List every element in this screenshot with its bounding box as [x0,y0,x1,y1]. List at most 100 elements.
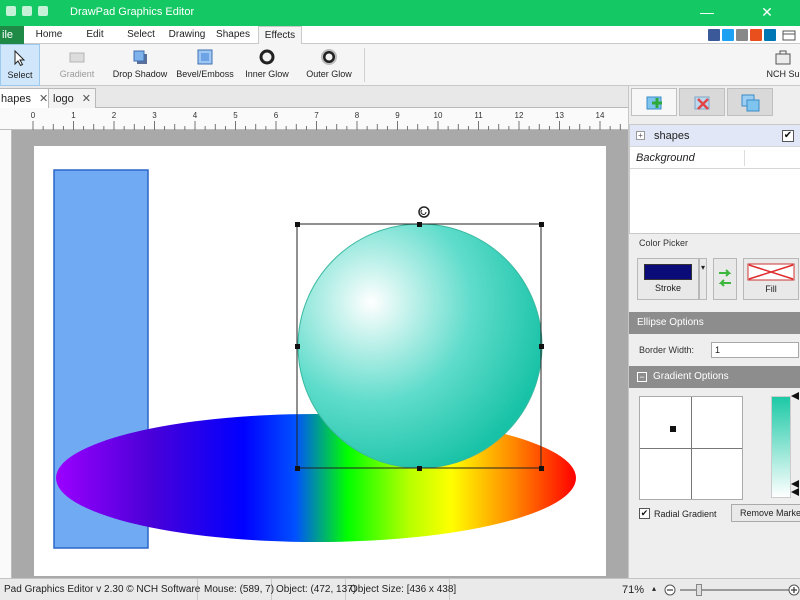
status-object-size: Object Size: [436 x 438] [346,579,456,600]
tab-logo[interactable]: logo ✕ [48,88,97,108]
briefcase-icon [775,50,791,65]
ruler-label: 2 [112,111,117,120]
close-icon[interactable]: ✕ [82,92,91,105]
save-icon[interactable] [22,6,32,16]
linkedin-icon[interactable] [764,29,776,41]
stroke-dropdown-arrow[interactable]: ▾ [699,258,707,300]
ruler-label: 1 [71,111,76,120]
drop-shadow-button[interactable]: Drop Shadow [108,48,172,84]
cursor-arrow-icon [14,49,26,67]
bevel-emboss-label: Bevel/Emboss [176,69,234,79]
gradient-circle-shape[interactable] [297,223,543,469]
inner-glow-label: Inner Glow [245,69,289,79]
fill-color-button[interactable]: Fill [743,258,799,300]
nch-suite-label: NCH Su [766,69,800,79]
menu-shapes[interactable]: Shapes [212,26,254,44]
gradient-label: Gradient [59,69,95,79]
canvas-area[interactable] [12,130,628,578]
zoom-level: 71% [622,584,645,596]
file-menu[interactable]: ile [0,26,24,44]
ellipse-options-header[interactable]: Ellipse Options [629,312,800,334]
layer-background[interactable]: Background [630,147,800,169]
ruler-label: 7 [314,111,319,120]
layer-background-label: Background [636,152,695,164]
gradient-button[interactable]: Gradient [54,48,100,84]
radial-gradient-label: Radial Gradient [654,508,717,519]
minimize-button[interactable]: — [694,3,720,21]
tab-shapes-label: hapes [1,92,31,105]
gradient-options-header[interactable]: − Gradient Options [629,366,800,388]
ruler-label: 14 [596,111,605,120]
vertical-ruler[interactable] [0,130,12,578]
menu-drawing[interactable]: Drawing [166,26,208,44]
layers-list: + shapes ✔ Background [629,124,800,234]
help-icon[interactable] [782,28,796,42]
radial-gradient-checkbox[interactable]: ✔ [639,508,650,519]
social-links [708,29,776,41]
drawing-surface[interactable] [34,146,606,576]
horizontal-ruler[interactable]: 0 1 2 3 4 5 6 7 8 9 10 11 12 13 14 [0,108,628,130]
share-icon[interactable] [736,29,748,41]
radial-gradient-option[interactable]: ✔ Radial Gradient [639,508,717,519]
gradient-marker-icons[interactable] [789,392,800,502]
zoom-dropdown-icon[interactable]: ▴ [652,584,656,593]
border-width-input[interactable]: 1 [711,342,799,358]
add-layer-tab[interactable] [631,88,677,116]
menu-edit[interactable]: Edit [74,26,116,44]
status-object-position: Object: (472, 137) [272,579,356,600]
tab-shapes[interactable]: hapes ✕ [0,88,54,108]
inner-glow-button[interactable]: Inner Glow [240,48,294,84]
tab-logo-label: logo [53,92,74,105]
document-tabs: hapes ✕ logo ✕ [0,86,628,108]
window-title: DrawPad Graphics Editor [70,6,195,18]
undo-icon[interactable] [38,6,48,16]
zoom-in-icon[interactable] [788,584,800,596]
quick-access-toolbar[interactable] [6,6,66,20]
fill-label: Fill [765,284,777,294]
duplicate-layer-tab[interactable] [727,88,773,116]
drop-shadow-label: Drop Shadow [112,69,168,79]
select-tool-button[interactable]: Select [0,44,40,86]
menu-select[interactable]: Select [120,26,162,44]
stroke-swatch [644,264,692,280]
zoom-slider-thumb[interactable] [696,584,702,596]
ruler-label: 8 [355,111,360,120]
ruler-label: 10 [434,111,443,120]
ruler-label: 0 [31,111,36,120]
border-width-label: Border Width: [639,345,695,355]
status-mouse-position: Mouse: (589, 7) [200,579,274,600]
layer-shapes[interactable]: + shapes ✔ [630,125,800,147]
delete-layer-tab[interactable] [679,88,725,116]
color-picker-label: Color Picker [639,238,689,248]
expand-icon[interactable]: + [636,131,645,140]
bevel-emboss-icon [197,49,213,65]
gradient-center-picker[interactable] [639,396,743,500]
drop-shadow-icon [133,50,147,64]
rotate-handle[interactable] [418,206,430,218]
stroke-color-button[interactable]: Stroke [637,258,699,300]
swap-colors-button[interactable] [713,258,737,300]
menu-effects[interactable]: Effects [258,26,302,45]
zoom-out-icon[interactable] [664,584,676,596]
close-button[interactable]: ✕ [754,3,780,21]
background-color-swatch[interactable] [744,150,800,166]
blog-icon[interactable] [750,29,762,41]
ruler-label: 4 [193,111,198,120]
outer-glow-button[interactable]: Outer Glow [302,48,356,84]
layer-visible-checkbox[interactable]: ✔ [782,130,794,142]
stroke-label: Stroke [654,283,681,293]
menu-home[interactable]: Home [28,26,70,44]
remove-marker-button[interactable]: Remove Marker [731,504,800,522]
collapse-icon[interactable]: − [637,372,647,382]
gradient-color-bar[interactable] [771,396,791,498]
drawing-page[interactable] [34,146,606,576]
nch-suite-button[interactable]: NCH Su [766,48,800,84]
twitter-icon[interactable] [722,29,734,41]
facebook-icon[interactable] [708,29,720,41]
bevel-emboss-button[interactable]: Bevel/Emboss [176,48,234,84]
gradient-center-marker[interactable] [670,426,676,432]
close-icon[interactable]: ✕ [39,92,48,105]
menu-bar: ile Home Edit Select Drawing Shapes Effe… [0,26,800,45]
ruler-graphic: 0 1 2 3 4 5 6 7 8 9 10 11 12 13 14 [31,111,621,130]
title-bar: DrawPad Graphics Editor — ✕ [0,0,800,26]
